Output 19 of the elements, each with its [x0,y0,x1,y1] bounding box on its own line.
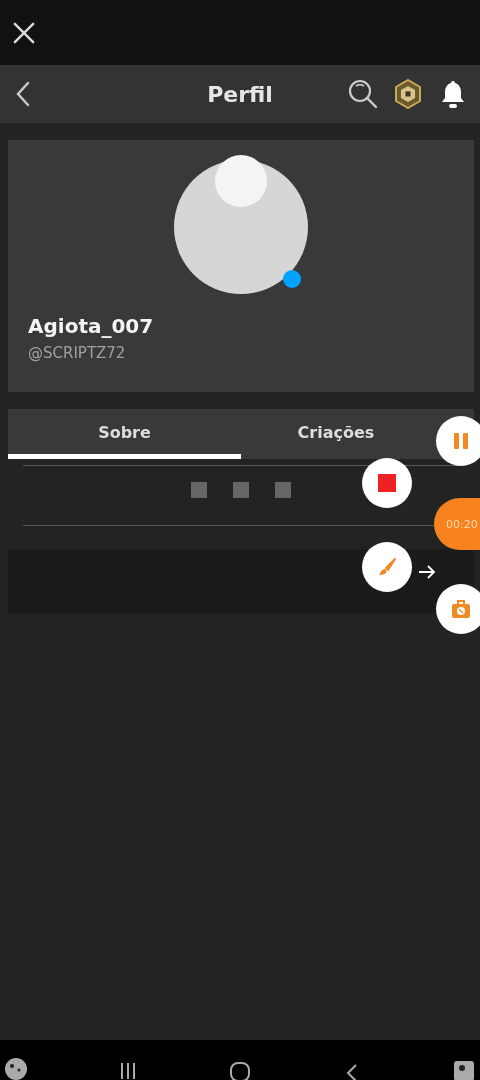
tab[interactable]: Criações [241,409,431,459]
loading-square-icon [191,482,207,498]
username: @SCRIPTZ72 [28,344,127,362]
pause-icon [451,431,471,451]
page-title: Perfil [207,81,273,107]
display-name: Agiota_007 [28,314,155,338]
search-icon[interactable] [348,79,378,109]
hexagon-coin-icon[interactable] [393,79,423,109]
pause-button[interactable] [436,416,480,466]
close-icon[interactable] [13,21,35,44]
loading-square-icon [233,482,249,498]
brush-icon [377,557,397,577]
loading-square-icon [275,482,291,498]
stop-button[interactable] [362,458,412,508]
stop-icon [377,473,397,493]
back-icon[interactable] [16,81,30,107]
toolbox-icon [451,599,471,619]
toolbox-button[interactable] [436,584,480,634]
tab[interactable]: Sobre [8,409,241,459]
